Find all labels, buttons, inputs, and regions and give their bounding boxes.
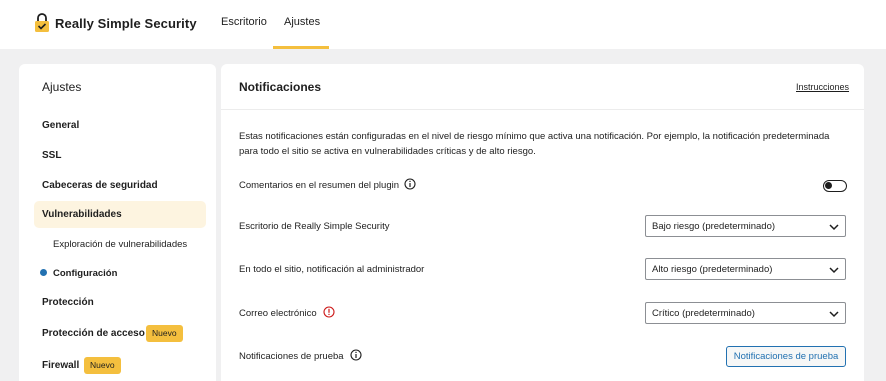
info-icon[interactable] bbox=[404, 178, 416, 190]
sidebar-item-vulnerabilities[interactable]: Vulnerabilidades bbox=[42, 209, 122, 220]
email-label: Correo electrónico bbox=[239, 308, 317, 319]
sidebar-subitem-vulnerability-scan[interactable]: Exploración de vulnerabilidades bbox=[53, 239, 187, 250]
brand-name: Really Simple Security bbox=[55, 16, 197, 31]
test-notifications-button[interactable]: Notificaciones de prueba bbox=[726, 346, 846, 367]
rss-dashboard-select[interactable]: Bajo riesgo (predeterminado) bbox=[645, 215, 846, 237]
panel-description: Estas notificaciones están configuradas … bbox=[239, 131, 830, 157]
panel-divider bbox=[221, 109, 864, 110]
chevron-down-icon bbox=[829, 311, 839, 318]
tab-ajustes[interactable]: Ajustes bbox=[284, 16, 320, 28]
sidebar-item-firewall[interactable]: Firewall bbox=[42, 360, 79, 371]
select-value: Bajo riesgo (predeterminado) bbox=[652, 221, 776, 232]
sidebar-item-protection[interactable]: Protección bbox=[42, 297, 94, 308]
panel-title: Notificaciones bbox=[239, 80, 322, 94]
sidebar-item-access-protection[interactable]: Protección de acceso bbox=[42, 328, 145, 339]
select-value: Crítico (predeterminado) bbox=[652, 308, 755, 319]
rss-dashboard-label: Escritorio de Really Simple Security bbox=[239, 221, 390, 232]
site-wide-admin-select[interactable]: Alto riesgo (predeterminado) bbox=[645, 258, 846, 280]
plugin-comments-label: Comentarios en el resumen del plugin bbox=[239, 180, 400, 191]
sidebar-subitem-configuration[interactable]: Configuración bbox=[53, 268, 117, 279]
site-wide-admin-label: En todo el sitio, notificación al admini… bbox=[239, 264, 425, 275]
sidebar-item-security-headers[interactable]: Cabeceras de seguridad bbox=[42, 180, 158, 191]
tab-escritorio[interactable]: Escritorio bbox=[221, 16, 267, 28]
instructions-link[interactable]: Instrucciones bbox=[796, 82, 849, 92]
plugin-comments-toggle[interactable] bbox=[823, 180, 847, 192]
active-tab-indicator bbox=[273, 46, 329, 49]
shield-lock-logo-icon bbox=[35, 13, 49, 32]
new-badge: Nuevo bbox=[146, 325, 183, 342]
info-icon[interactable] bbox=[350, 349, 362, 361]
sidebar-item-ssl[interactable]: SSL bbox=[42, 150, 61, 161]
chevron-down-icon bbox=[829, 267, 839, 274]
sidebar-title: Ajustes bbox=[42, 80, 82, 94]
active-subitem-dot bbox=[40, 269, 47, 276]
select-value: Alto riesgo (predeterminado) bbox=[652, 264, 773, 275]
warning-info-icon[interactable] bbox=[323, 306, 335, 318]
chevron-down-icon bbox=[829, 224, 839, 231]
toggle-knob bbox=[825, 182, 832, 189]
test-notifications-label: Notificaciones de prueba bbox=[239, 351, 344, 362]
email-select[interactable]: Crítico (predeterminado) bbox=[645, 302, 846, 324]
new-badge: Nuevo bbox=[84, 357, 121, 374]
sidebar-item-general[interactable]: General bbox=[42, 120, 79, 131]
